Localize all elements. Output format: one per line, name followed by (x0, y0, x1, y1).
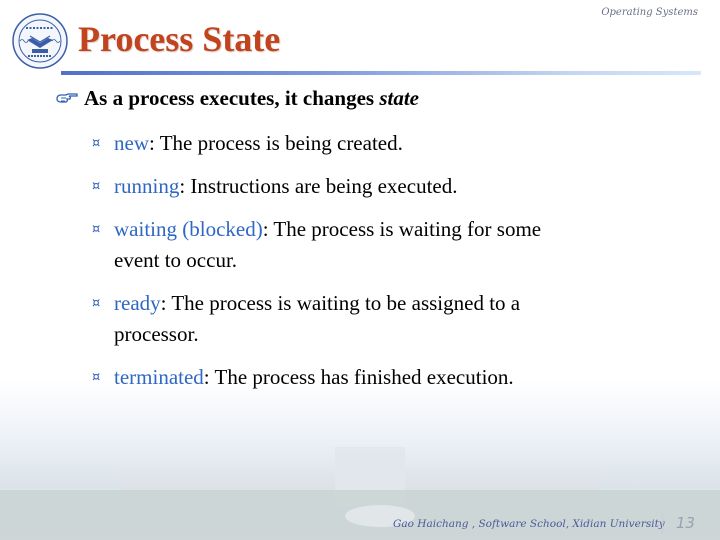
footer-divider (662, 514, 663, 534)
list-item-new: ¤ new: The process is being created. (92, 128, 652, 159)
lead-emphasis: state (379, 86, 419, 110)
bullet-icon: ¤ (92, 179, 101, 194)
university-seal-logo (12, 13, 68, 69)
state-term: running (114, 174, 180, 198)
list-item-waiting: ¤ waiting (blocked): The process is wait… (92, 214, 652, 276)
state-description: : The process is waiting to be assigned … (160, 291, 521, 315)
bullet-icon: ¤ (92, 136, 101, 151)
list-item-running: ¤ running: Instructions are being execut… (92, 171, 652, 202)
footer-author: Gao Haichang , Software School, Xidian U… (393, 518, 665, 530)
bullet-icon: ¤ (92, 296, 101, 311)
lead-text: As a process executes, it changes (84, 86, 380, 110)
state-description-continued: processor. (114, 322, 199, 346)
state-description: : The process is being created. (149, 131, 403, 155)
state-term: new (114, 131, 149, 155)
state-list: ¤ new: The process is being created. ¤ r… (92, 128, 652, 405)
list-item-ready: ¤ ready: The process is waiting to be as… (92, 288, 652, 350)
list-item-terminated: ¤ terminated: The process has finished e… (92, 362, 652, 393)
bullet-icon: ¤ (92, 370, 101, 385)
slide-title: Process State (78, 19, 281, 59)
state-description: : The process is waiting for some (262, 217, 542, 241)
state-description: : The process has finished execution. (203, 365, 514, 389)
lead-statement: As a process executes, it changes state (56, 86, 419, 111)
state-term: waiting (blocked) (114, 217, 263, 241)
state-description-continued: event to occur. (114, 248, 238, 272)
state-term: terminated (114, 365, 204, 389)
course-label: Operating Systems (601, 7, 698, 18)
state-term: ready (114, 291, 161, 315)
page-number: 13 (676, 514, 696, 532)
title-underline (61, 71, 701, 75)
pointing-hand-icon (56, 92, 78, 103)
bullet-icon: ¤ (92, 222, 101, 237)
state-description: : Instructions are being executed. (179, 174, 458, 198)
